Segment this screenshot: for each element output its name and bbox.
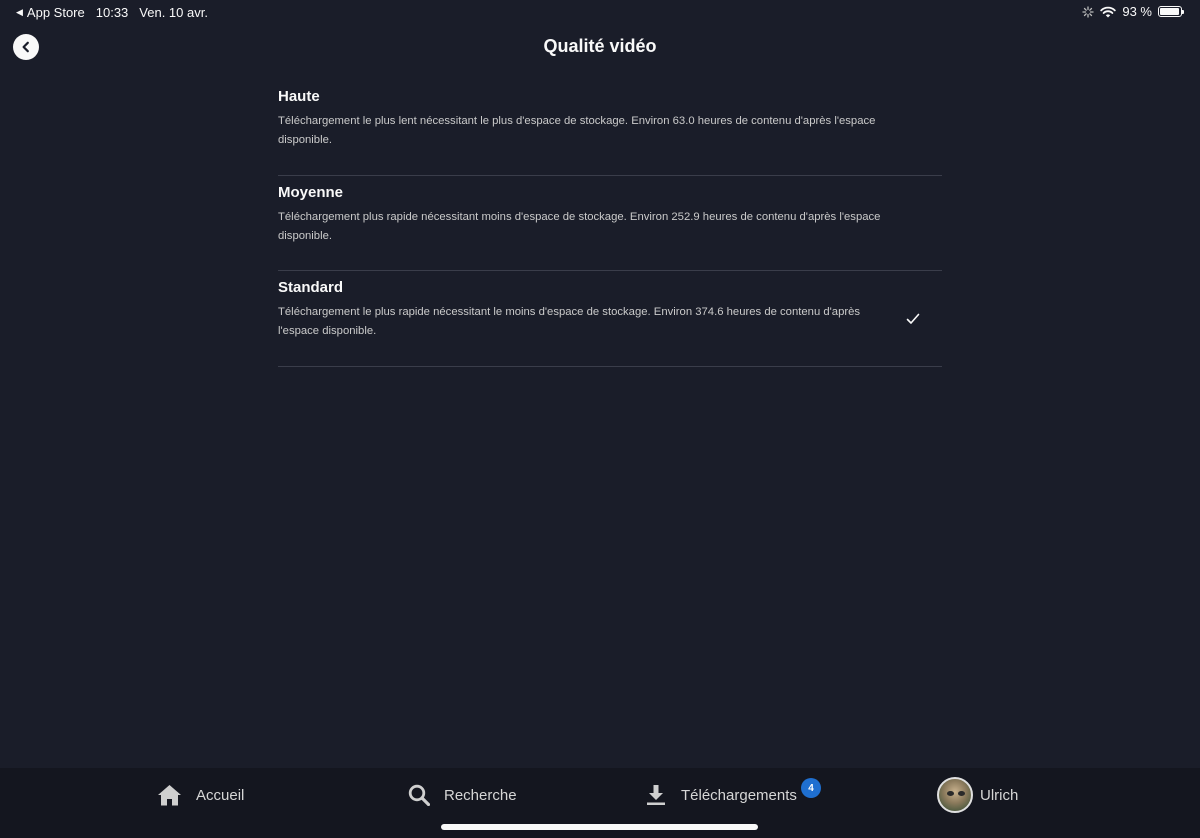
tab-profile[interactable]: Ulrich	[937, 776, 1018, 814]
option-title: Moyenne	[278, 183, 344, 201]
downloads-count-badge: 4	[801, 778, 821, 798]
tab-downloads-label: Téléchargements	[681, 786, 797, 804]
home-icon	[158, 785, 181, 806]
option-description: Téléchargement plus rapide nécessitant m…	[278, 210, 881, 242]
tab-search-label: Recherche	[444, 786, 517, 804]
checkmark-icon	[906, 313, 920, 324]
search-icon	[408, 784, 430, 806]
quality-option-high[interactable]: Haute Téléchargement le plus lent nécess…	[278, 80, 942, 176]
back-to-app-icon[interactable]: ◀	[16, 7, 23, 18]
tab-profile-label: Ulrich	[980, 786, 1019, 804]
download-icon	[647, 785, 665, 805]
battery-level	[1160, 8, 1179, 15]
tab-home-label: Accueil	[196, 786, 245, 804]
status-date: Ven. 10 avr.	[139, 5, 208, 20]
status-right: 93 %	[1076, 4, 1184, 19]
video-quality-options: Haute Téléchargement le plus lent nécess…	[278, 80, 942, 367]
battery-icon	[1158, 6, 1184, 17]
quality-option-standard[interactable]: Standard Téléchargement le plus rapide n…	[278, 271, 942, 367]
avatar	[937, 777, 973, 813]
status-bar: ◀ App Store 10:33 Ven. 10 avr. 93 %	[0, 0, 1200, 24]
home-indicator[interactable]	[441, 824, 758, 830]
option-title: Haute	[278, 88, 320, 105]
option-title: Standard	[278, 279, 344, 296]
wifi-icon	[1100, 6, 1117, 17]
tab-downloads[interactable]: Téléchargements 4	[645, 776, 821, 814]
back-to-app-label[interactable]: App Store	[27, 5, 85, 20]
battery-percent: 93 %	[1122, 4, 1152, 19]
activity-spinner-icon	[1082, 5, 1095, 18]
quality-option-medium[interactable]: Moyenne Téléchargement plus rapide néces…	[278, 176, 942, 271]
page-title: Qualité vidéo	[543, 36, 657, 56]
status-time: 10:33	[95, 5, 129, 20]
option-description: Téléchargement le plus rapide nécessitan…	[278, 306, 861, 337]
tab-home[interactable]: Accueil	[157, 776, 244, 814]
status-left: ◀ App Store 10:33 Ven. 10 avr.	[16, 5, 219, 20]
tab-search[interactable]: Recherche	[408, 776, 517, 814]
option-description: Téléchargement le plus lent nécessitant …	[278, 115, 876, 146]
